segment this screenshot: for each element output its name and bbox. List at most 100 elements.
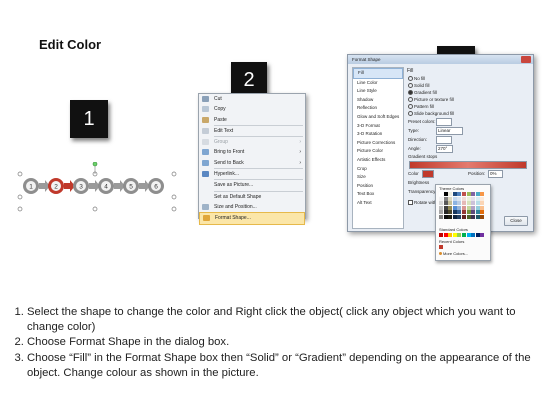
rotate-handle[interactable] [92,162,98,167]
color-swatch[interactable] [466,205,471,210]
color-swatch[interactable] [471,233,476,237]
color-swatch[interactable] [439,214,443,219]
color-swatch[interactable] [471,210,476,215]
radio-solid-fill[interactable]: Solid fill [408,83,430,89]
color-swatch[interactable] [439,201,443,206]
menu-item-set-default-shape[interactable]: Set as Default Shape [199,192,305,202]
radio-slide-background-fill[interactable]: Slide background fill [408,111,454,117]
type-dropdown[interactable]: Linear [436,127,463,135]
position-input[interactable]: 0% [488,170,503,178]
color-swatch[interactable] [448,201,453,206]
color-swatch[interactable] [475,205,480,210]
color-swatch[interactable] [439,196,443,201]
color-swatch[interactable] [443,205,448,210]
menu-item-save-as-picture[interactable]: Save as Picture... [199,180,305,190]
color-swatch[interactable] [457,196,462,201]
color-swatch[interactable] [461,192,466,196]
color-swatch[interactable] [457,201,462,206]
color-swatch[interactable] [466,201,471,206]
color-swatch[interactable] [443,196,448,201]
color-swatch[interactable] [439,205,443,210]
menu-item-paste[interactable]: Paste [199,115,305,125]
more-colors-option[interactable]: More Colors... [439,251,468,256]
color-swatch[interactable] [475,196,480,201]
angle-input[interactable]: 270° [436,145,453,153]
nav-item-shadow[interactable]: Shadow [353,96,403,105]
color-swatch[interactable] [439,192,443,196]
menu-item-cut[interactable]: Cut [199,94,305,104]
color-swatch[interactable] [480,192,485,196]
color-dropdown[interactable] [422,170,434,178]
color-swatch[interactable] [461,201,466,206]
radio-no-fill[interactable]: No fill [408,76,425,82]
close-button[interactable]: Close [504,216,528,226]
color-swatch[interactable] [475,192,480,196]
menu-item-group[interactable]: Group › [199,137,305,147]
color-swatch[interactable] [457,214,462,219]
nav-item-3d-format[interactable]: 3-D Format [353,122,403,131]
color-swatch[interactable] [480,233,485,237]
color-swatch[interactable] [471,205,476,210]
color-swatch[interactable] [443,214,448,219]
nav-item-picture-corrections[interactable]: Picture Corrections [353,139,403,148]
color-swatch[interactable] [443,233,448,237]
color-swatch[interactable] [461,196,466,201]
color-swatch[interactable] [466,233,471,237]
color-swatch[interactable] [448,214,453,219]
color-swatch[interactable] [448,196,453,201]
preset-colors-dropdown[interactable] [436,118,452,126]
color-swatch[interactable] [466,196,471,201]
color-swatch[interactable] [448,210,453,215]
step-chain-shape[interactable]: 1 2 3 4 5 6 [17,162,197,212]
color-swatch[interactable] [457,205,462,210]
menu-item-edit-text[interactable]: Edit Text [199,126,305,136]
color-swatch[interactable] [471,214,476,219]
nav-item-line-style[interactable]: Line Style [353,87,403,96]
color-swatch[interactable] [461,205,466,210]
color-swatch[interactable] [448,205,453,210]
color-swatch[interactable] [452,214,457,219]
nav-item-size[interactable]: Size [353,173,403,182]
color-swatch[interactable] [475,214,480,219]
color-swatch[interactable] [480,201,485,206]
color-swatch[interactable] [480,214,485,219]
nav-item-artistic-effects[interactable]: Artistic Effects [353,156,403,165]
recent-color-swatch[interactable] [439,245,443,249]
color-swatch[interactable] [457,233,462,237]
color-swatch[interactable] [480,210,485,215]
nav-item-position[interactable]: Position [353,182,403,191]
color-swatch[interactable] [480,196,485,201]
close-icon[interactable] [521,56,531,63]
color-swatch[interactable] [443,201,448,206]
color-swatch[interactable] [452,205,457,210]
nav-item-alt-text[interactable]: Alt Text [353,199,403,208]
menu-item-format-shape[interactable]: Format Shape... [199,212,305,225]
color-swatch[interactable] [457,210,462,215]
color-swatch[interactable] [452,196,457,201]
radio-gradient-fill[interactable]: Gradient fill [408,90,437,96]
color-swatch[interactable] [461,214,466,219]
color-swatch[interactable] [471,192,476,196]
nav-item-crop[interactable]: Crop [353,165,403,174]
color-swatch[interactable] [452,210,457,215]
menu-item-copy[interactable]: Copy [199,104,305,114]
color-swatch[interactable] [466,192,471,196]
radio-picture-fill[interactable]: Picture or texture fill [408,97,454,103]
color-swatch[interactable] [452,201,457,206]
color-swatch[interactable] [439,233,443,237]
color-swatch[interactable] [480,205,485,210]
color-swatch[interactable] [461,210,466,215]
nav-item-3d-rotation[interactable]: 3-D Rotation [353,130,403,139]
menu-item-bring-to-front[interactable]: Bring to Front › [199,147,305,157]
nav-item-picture-color[interactable]: Picture Color [353,147,403,156]
menu-item-hyperlink[interactable]: Hyperlink... [199,169,305,179]
direction-dropdown[interactable] [436,136,452,144]
color-swatch[interactable] [457,192,462,196]
color-swatch[interactable] [452,233,457,237]
color-swatch[interactable] [466,214,471,219]
nav-item-fill[interactable]: Fill [353,68,403,79]
nav-item-line-color[interactable]: Line Color [353,79,403,88]
color-swatch[interactable] [452,192,457,196]
color-swatch[interactable] [461,233,466,237]
color-swatch[interactable] [448,192,453,196]
